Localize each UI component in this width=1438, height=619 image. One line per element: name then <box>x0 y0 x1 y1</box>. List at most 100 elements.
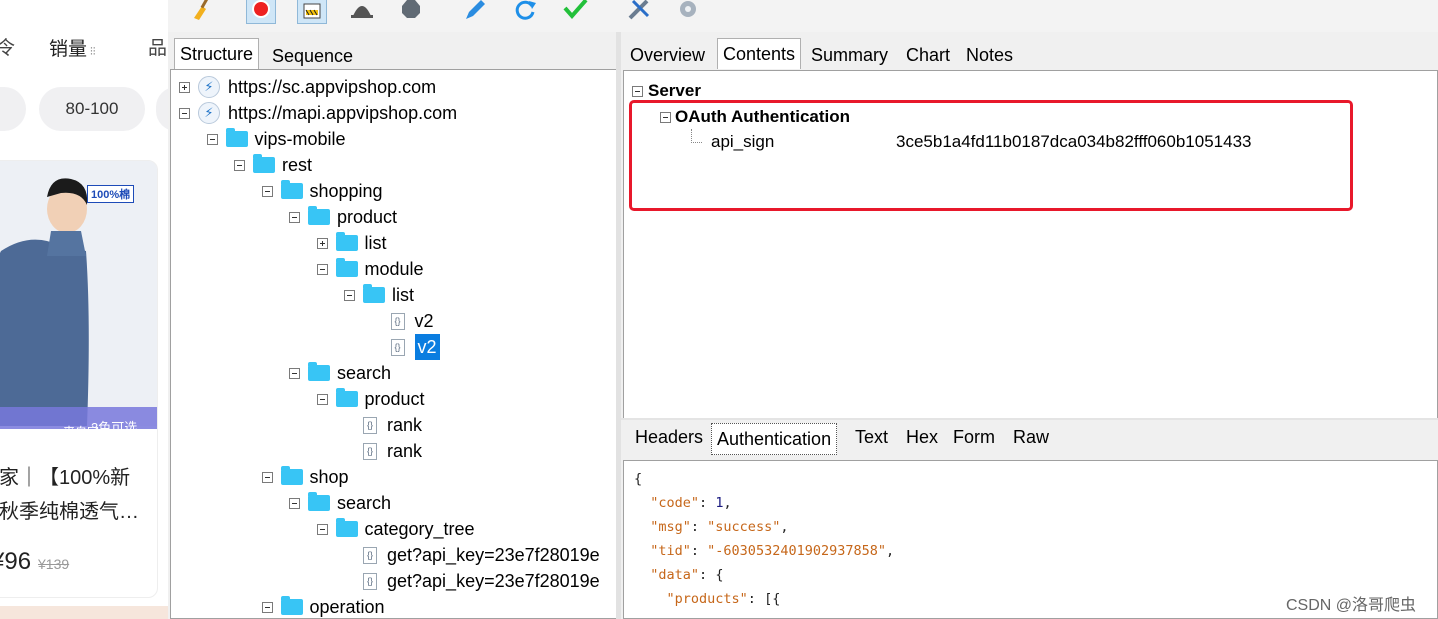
tree-node[interactable]: module <box>316 256 424 282</box>
collapse-icon[interactable] <box>206 133 218 145</box>
server-node[interactable]: Server <box>632 81 701 101</box>
product-title-line2[interactable]: 秋季纯棉透气… <box>0 495 139 524</box>
tree-node-label: shopping <box>309 181 383 201</box>
json-products-open: [{ <box>764 591 781 607</box>
tab-headers[interactable]: Headers <box>630 422 708 452</box>
expand-icon[interactable] <box>179 81 190 93</box>
expand-icon[interactable] <box>316 237 328 249</box>
tab-overview[interactable]: Overview <box>625 40 710 70</box>
collapse-icon[interactable] <box>289 497 300 509</box>
host-icon: ⚡ <box>198 76 220 98</box>
collapse-icon[interactable] <box>289 211 300 223</box>
tree-node[interactable]: {} get?api_key=23e7f28019e <box>344 568 600 594</box>
phone-tab-sales[interactable]: 销量 ⫶⫶ <box>49 34 96 61</box>
tree-node[interactable]: list <box>316 230 387 256</box>
highlight-box <box>629 100 1353 211</box>
tree-node-label: search <box>337 493 392 513</box>
filter-chip-left[interactable] <box>0 87 26 131</box>
breakpoint-icon[interactable] <box>347 0 377 24</box>
product-image[interactable]: 100%棉 来自家 3色可选 <box>0 161 157 439</box>
tree-node[interactable]: {} rank <box>344 438 422 464</box>
json-line-5: "data": { <box>650 567 724 583</box>
phone-tab-brand[interactable]: 品 <box>148 33 167 60</box>
tree-node-label: operation <box>309 597 385 617</box>
tab-authentication[interactable]: Authentication <box>711 423 838 455</box>
tree-node[interactable]: ⚡ https://sc.appvipshop.com <box>179 74 436 100</box>
folder-icon <box>335 388 358 407</box>
tree-node[interactable]: operation <box>261 594 385 618</box>
tab-structure[interactable]: Structure <box>174 38 260 69</box>
stop-icon[interactable] <box>396 0 426 24</box>
tree-node-label: category_tree <box>364 519 475 539</box>
tree-node[interactable]: {} v2 <box>372 308 434 334</box>
record-icon[interactable] <box>246 0 276 24</box>
check-icon[interactable] <box>560 0 590 24</box>
phone-tab-sales-label: 销量 <box>49 39 88 60</box>
json-msg-val: "success" <box>707 519 781 535</box>
tree-node-label: vips-mobile <box>254 129 346 149</box>
filter-chip-right[interactable] <box>156 87 168 131</box>
folder-icon <box>225 128 248 147</box>
tree-node-label: module <box>364 259 424 279</box>
product-title-line1[interactable]: 家｜【100%新 <box>0 461 130 490</box>
tree-node[interactable]: {} get?api_key=23e7f28019e <box>344 542 600 568</box>
folder-icon <box>363 284 385 303</box>
tab-raw[interactable]: Raw <box>1008 422 1054 452</box>
price-filter-chip[interactable]: 80-100 <box>39 87 145 131</box>
tab-sequence[interactable]: Sequence <box>267 41 358 71</box>
refresh-icon[interactable] <box>510 0 540 24</box>
phone-top <box>0 0 168 16</box>
collapse-icon[interactable] <box>316 263 328 275</box>
tree-node-label: v2 <box>414 334 440 360</box>
broom-icon[interactable] <box>186 0 216 24</box>
tree-node[interactable]: shop <box>261 464 349 490</box>
tree-node[interactable]: {} v2 <box>372 334 440 360</box>
collapse-icon[interactable] <box>289 367 300 379</box>
json-file-icon: {} <box>363 546 377 564</box>
tree-node[interactable]: category_tree <box>316 516 475 542</box>
tree-node-label: shop <box>309 467 349 487</box>
tab-contents[interactable]: Contents <box>717 38 802 69</box>
json-data-key: "data" <box>650 567 700 583</box>
original-price: ¥139 <box>38 556 70 572</box>
json-file-icon: {} <box>390 312 405 330</box>
tree-node[interactable]: search <box>289 490 391 516</box>
tab-summary[interactable]: Summary <box>806 40 893 70</box>
tab-chart[interactable]: Chart <box>901 40 955 70</box>
tree-node[interactable]: rest <box>234 152 312 178</box>
tools-icon[interactable] <box>625 0 655 24</box>
collapse-icon[interactable] <box>234 159 245 171</box>
tree-node[interactable]: ⚡ https://mapi.appvipshop.com <box>179 100 457 126</box>
server-toggle-icon[interactable] <box>632 85 643 97</box>
tab-text[interactable]: Text <box>850 422 893 452</box>
watermark: CSDN @洛哥爬虫 <box>1286 597 1417 614</box>
tree-node[interactable]: vips-mobile <box>206 126 346 152</box>
tree-node[interactable]: {} rank <box>344 412 422 438</box>
collapse-icon[interactable] <box>316 393 328 405</box>
tree-node[interactable]: product <box>289 204 397 230</box>
product-card[interactable]: 100%棉 来自家 3色可选 家｜【100%新 秋季纯棉透气… ¥96 ¥139 <box>0 160 158 598</box>
tree-node[interactable]: shopping <box>261 178 383 204</box>
collapse-icon[interactable] <box>261 185 273 197</box>
json-tid-key: "tid" <box>650 543 691 559</box>
tree-node[interactable]: product <box>316 386 425 412</box>
tab-hex[interactable]: Hex <box>901 422 943 452</box>
tree-node[interactable]: search <box>289 360 391 386</box>
json-file-icon: {} <box>363 416 377 434</box>
collapse-icon[interactable] <box>316 523 328 535</box>
next-card-peek <box>0 606 168 619</box>
phone-tab-partial[interactable]: 令 <box>0 33 15 60</box>
collapse-icon[interactable] <box>261 471 273 483</box>
tree-node-label: product <box>337 207 398 227</box>
folder-icon <box>280 180 303 199</box>
json-line-3: "msg": "success", <box>650 519 789 535</box>
tab-form[interactable]: Form <box>948 422 1000 452</box>
tree-node[interactable]: list <box>344 282 414 308</box>
collapse-icon[interactable] <box>344 289 355 301</box>
settings-icon[interactable] <box>673 0 703 24</box>
throttle-icon[interactable] <box>297 0 327 24</box>
collapse-icon[interactable] <box>261 601 273 613</box>
collapse-icon[interactable] <box>179 107 190 119</box>
tab-notes[interactable]: Notes <box>961 40 1018 70</box>
pen-icon[interactable] <box>460 0 490 24</box>
